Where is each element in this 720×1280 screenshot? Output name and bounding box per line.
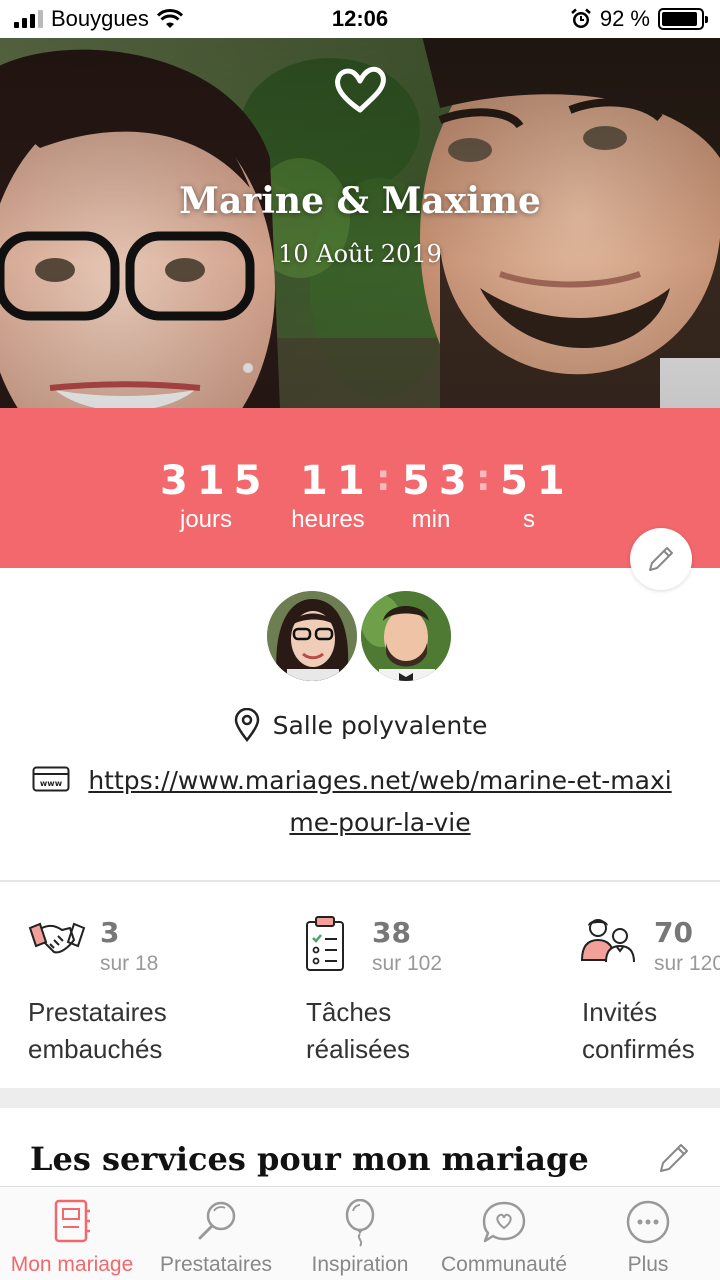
couple-avatars[interactable] [264, 588, 456, 684]
status-left: Bouygues [14, 6, 183, 32]
chat-heart-icon [482, 1201, 526, 1243]
tab-label: Prestataires [159, 1253, 273, 1276]
stat-vendors-label: Prestataires embauchés [28, 997, 167, 1064]
edit-wedding-button[interactable] [630, 528, 692, 590]
section-separator [0, 1088, 720, 1108]
balloon-icon [345, 1199, 375, 1247]
pencil-icon[interactable] [656, 1140, 692, 1176]
stat-guests[interactable]: 70 sur 120 Invités confirmés [580, 908, 720, 1068]
checklist-icon [306, 916, 344, 971]
tab-inspiration[interactable]: Inspiration [288, 1187, 432, 1280]
handshake-icon [28, 922, 86, 954]
avatar-groom[interactable] [358, 588, 454, 684]
stat-tasks-value: 38 [372, 916, 411, 949]
countdown-separator: : [476, 458, 491, 499]
tab-mon-mariage[interactable]: Mon mariage [0, 1187, 144, 1280]
tab-communaute[interactable]: Communauté [432, 1187, 576, 1280]
tab-prestataires[interactable]: Prestataires [144, 1187, 288, 1280]
stat-guests-total: sur 120 [654, 952, 720, 975]
countdown-separator: : [376, 458, 391, 499]
countdown-days: 315 [160, 458, 271, 504]
battery-icon [658, 8, 708, 30]
status-bar: Bouygues 12:06 92 % [0, 0, 720, 38]
svg-text:www: www [40, 779, 63, 788]
alarm-icon [571, 8, 591, 28]
stat-guests-value: 70 [654, 916, 693, 949]
tab-plus[interactable]: Plus [576, 1187, 720, 1280]
seconds-label: s [523, 506, 535, 533]
section-divider [0, 880, 720, 882]
signal-icon [14, 10, 43, 28]
stat-tasks-label: Tâches réalisées [306, 997, 411, 1064]
battery-percent: 92 % [599, 6, 650, 31]
countdown-seconds: 51 [500, 458, 574, 504]
wedding-date: 10 Août 2019 [278, 240, 442, 268]
stat-guests-label: Invités confirmés [582, 997, 695, 1064]
stat-vendors-value: 3 [100, 916, 120, 949]
heart-icon [335, 66, 386, 113]
countdown-hours: 11 [300, 458, 374, 504]
pencil-icon [649, 547, 673, 571]
couple-photo-header: Marine & Maxime 10 Août 2019 [0, 38, 720, 410]
stat-tasks-total: sur 102 [372, 952, 443, 975]
days-label: jours [179, 506, 233, 533]
countdown-minutes: 53 [402, 458, 476, 504]
more-icon [626, 1200, 670, 1244]
countdown-banner: 315 11 : 53 : 51 jours heures min s [0, 408, 720, 568]
venue-name: Salle polyvalente [272, 710, 488, 740]
location-pin-icon [234, 708, 259, 742]
couple-names: Marine & Maxime [179, 180, 541, 222]
notebook-icon [54, 1199, 90, 1243]
services-title: Les services pour mon mariage [30, 1140, 589, 1178]
avatar-bride[interactable] [264, 588, 360, 684]
carrier-name: Bouygues [51, 6, 149, 31]
stat-vendors-total: sur 18 [100, 952, 159, 975]
tab-label: Communauté [440, 1253, 568, 1276]
tab-label: Inspiration [311, 1253, 409, 1276]
tab-label: Plus [627, 1253, 669, 1276]
hours-label: heures [291, 506, 365, 533]
wifi-icon [156, 9, 183, 28]
tab-label: Mon mariage [10, 1253, 134, 1276]
website-icon: www [32, 766, 70, 792]
venue-row[interactable]: Salle polyvalente [0, 708, 720, 742]
wedding-website-link[interactable]: https://www.mariages.net/web/marine-et-m… [78, 760, 682, 844]
status-right: 92 % [570, 6, 708, 32]
guests-icon [580, 919, 635, 963]
search-icon [198, 1201, 236, 1240]
bottom-tab-bar: Mon mariage Prestataires Inspiration Com… [0, 1186, 720, 1280]
